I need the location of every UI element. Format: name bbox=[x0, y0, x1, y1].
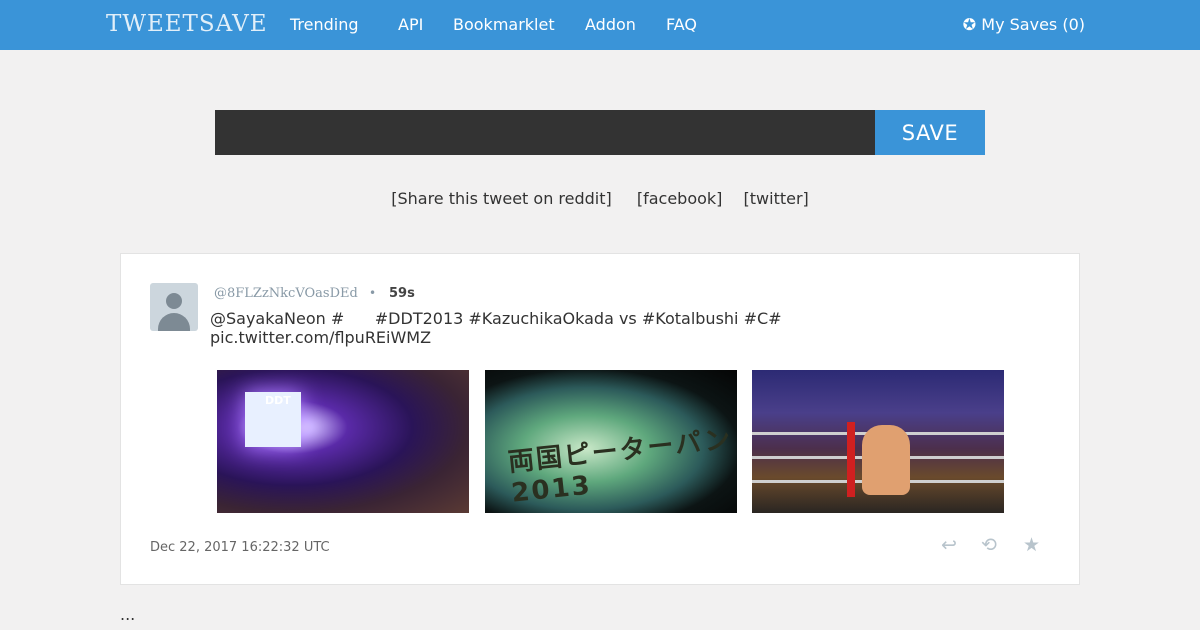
media-photo-wrestling[interactable] bbox=[752, 370, 1004, 513]
share-twitter-link[interactable]: [twitter] bbox=[744, 189, 809, 208]
tweet-url-input[interactable] bbox=[215, 110, 875, 155]
nav-addon[interactable]: Addon bbox=[585, 15, 636, 34]
avatar-body-shape bbox=[158, 313, 190, 331]
nav-trending[interactable]: Trending bbox=[290, 15, 359, 34]
nav-faq[interactable]: FAQ bbox=[666, 15, 697, 34]
favorite-icon[interactable]: ★ bbox=[1023, 534, 1040, 556]
top-navbar: TWEETSAVE Trending API Bookmarklet Addon… bbox=[0, 0, 1200, 50]
share-links: [Share this tweet on reddit] [facebook] … bbox=[0, 189, 1200, 208]
avatar-head-shape bbox=[166, 293, 182, 309]
wrestlers-shape bbox=[862, 425, 910, 495]
ring-post bbox=[847, 422, 855, 497]
save-button[interactable]: SAVE bbox=[875, 110, 985, 155]
share-reddit-link[interactable]: [Share this tweet on reddit] bbox=[391, 189, 612, 208]
tweet-text: @SayakaNeon # #DDT2013 #KazuchikaOkada v… bbox=[210, 309, 782, 347]
avatar[interactable] bbox=[150, 283, 198, 331]
retweet-icon[interactable]: ⟲ bbox=[981, 534, 997, 556]
nav-api[interactable]: API bbox=[398, 15, 423, 34]
reply-icon[interactable]: ↩ bbox=[941, 534, 957, 556]
stage-logo-text: DDT bbox=[265, 394, 291, 407]
tweet-handle[interactable]: @8FLZzNkcVOasDEd bbox=[214, 286, 358, 301]
share-facebook-link[interactable]: [facebook] bbox=[637, 189, 723, 208]
save-form: SAVE bbox=[215, 110, 985, 155]
tweet-date: Dec 22, 2017 16:22:32 UTC bbox=[150, 540, 330, 555]
separator-dot: • bbox=[369, 286, 377, 300]
banner-text: 両国ピーターパン2013 bbox=[506, 424, 734, 509]
nav-bookmarklet[interactable]: Bookmarklet bbox=[453, 15, 555, 34]
more-ellipsis: ... bbox=[120, 605, 136, 624]
media-photo-arena[interactable]: DDT bbox=[217, 370, 469, 513]
my-saves-link[interactable]: ✪ My Saves (0) bbox=[963, 15, 1085, 34]
tweet-age: 59s bbox=[389, 286, 415, 301]
media-photo-banner[interactable]: 両国ピーターパン2013 bbox=[485, 370, 737, 513]
logo[interactable]: TWEETSAVE bbox=[106, 11, 268, 37]
tweet-card: @8FLZzNkcVOasDEd • 59s @SayakaNeon # #DD… bbox=[120, 253, 1080, 585]
